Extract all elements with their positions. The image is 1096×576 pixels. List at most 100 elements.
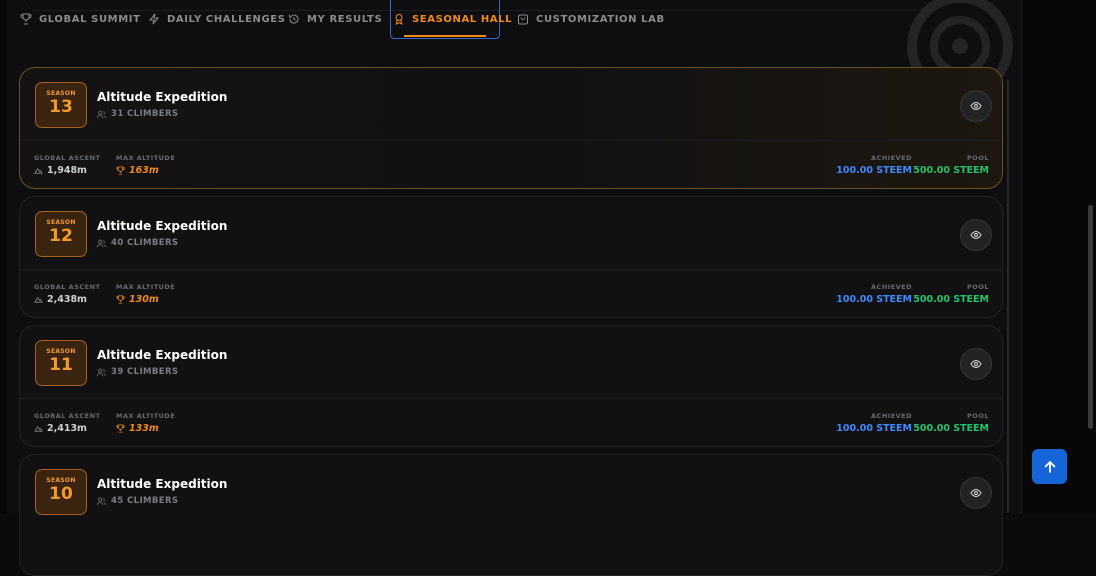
tab-customization-lab[interactable]: CUSTOMIZATION LAB: [517, 0, 665, 38]
view-season-button[interactable]: [960, 219, 992, 251]
max-altitude-value: 163m: [116, 165, 159, 176]
season-card[interactable]: SEASON 11 Altitude Expedition 39 CLIMBER…: [19, 325, 1003, 447]
mountain-icon: [34, 296, 43, 303]
users-icon: [97, 368, 106, 376]
achieved-label: ACHIEVED: [871, 283, 912, 291]
tab-label: DAILY CHALLENGES: [167, 13, 286, 25]
list-scrollbar[interactable]: [1007, 80, 1009, 513]
scroll-to-top-button[interactable]: [1032, 449, 1067, 484]
season-card[interactable]: SEASON 10 Altitude Expedition 45 CLIMBER…: [19, 454, 1003, 576]
bag-icon: [518, 14, 528, 25]
climbers-text: 40 CLIMBERS: [111, 238, 179, 248]
tab-bar: GLOBAL SUMMIT DAILY CHALLENGES MY RESULT…: [6, 0, 1021, 40]
season-number: 10: [49, 484, 73, 504]
season-badge: SEASON 10: [35, 469, 87, 515]
climbers-text: 31 CLIMBERS: [111, 109, 179, 119]
max-altitude-label: MAX ALTITUDE: [116, 412, 176, 420]
climbers-count: 40 CLIMBERS: [97, 238, 178, 248]
global-ascent-text: 2,413m: [47, 423, 87, 434]
global-ascent-text: 2,438m: [47, 294, 87, 305]
page-background-right: [1022, 0, 1096, 513]
season-number: 12: [49, 226, 73, 246]
max-altitude-text: 133m: [129, 423, 159, 434]
season-badge-label: SEASON: [46, 348, 76, 355]
tab-label: GLOBAL SUMMIT: [39, 13, 141, 25]
season-badge-label: SEASON: [46, 90, 76, 97]
view-season-button[interactable]: [960, 90, 992, 122]
pool-label: POOL: [967, 154, 989, 162]
page-scrollbar-thumb[interactable]: [1088, 205, 1093, 429]
achieved-label: ACHIEVED: [871, 154, 912, 162]
tab-seasonal-hall[interactable]: SEASONAL HALL: [393, 0, 512, 38]
max-altitude-label: MAX ALTITUDE: [116, 283, 176, 291]
season-badge-label: SEASON: [46, 219, 76, 226]
lightning-icon: [148, 13, 160, 25]
pool-label: POOL: [967, 283, 989, 291]
climbers-count: 39 CLIMBERS: [97, 367, 178, 377]
global-ascent-value: 2,413m: [34, 423, 87, 434]
max-altitude-value: 130m: [116, 294, 159, 305]
pool-value: 500.00 STEEM: [913, 165, 989, 176]
mountain-icon: [34, 425, 43, 432]
season-badge: SEASON 12: [35, 211, 87, 257]
users-icon: [97, 497, 106, 505]
tab-label: MY RESULTS: [307, 13, 383, 25]
season-title: Altitude Expedition: [97, 90, 228, 104]
users-icon: [97, 110, 106, 118]
global-ascent-text: 1,948m: [47, 165, 87, 176]
view-season-button[interactable]: [960, 477, 992, 509]
global-ascent-label: GLOBAL ASCENT: [34, 154, 101, 162]
card-divider: [20, 398, 1002, 399]
tab-label: SEASONAL HALL: [412, 13, 513, 25]
tab-label: CUSTOMIZATION LAB: [536, 13, 665, 25]
eye-icon: [970, 488, 982, 498]
season-badge: SEASON 13: [35, 82, 87, 128]
arrow-up-icon: [1044, 460, 1055, 473]
max-altitude-text: 163m: [129, 165, 159, 176]
tab-global-summit[interactable]: GLOBAL SUMMIT: [20, 0, 141, 38]
trophy-icon: [20, 13, 32, 25]
achieved-label: ACHIEVED: [871, 412, 912, 420]
season-badge-label: SEASON: [46, 477, 76, 484]
climbers-text: 45 CLIMBERS: [111, 496, 179, 506]
climbers-count: 45 CLIMBERS: [97, 496, 178, 506]
card-divider: [20, 269, 1002, 270]
season-card[interactable]: SEASON 12 Altitude Expedition 40 CLIMBER…: [19, 196, 1003, 318]
view-season-button[interactable]: [960, 348, 992, 380]
main-panel: GLOBAL SUMMIT DAILY CHALLENGES MY RESULT…: [6, 0, 1022, 576]
eye-icon: [970, 359, 982, 369]
max-altitude-label: MAX ALTITUDE: [116, 154, 176, 162]
eye-icon: [970, 230, 982, 240]
season-title: Altitude Expedition: [97, 348, 228, 362]
season-title: Altitude Expedition: [97, 219, 228, 233]
global-ascent-value: 2,438m: [34, 294, 87, 305]
tab-daily-challenges[interactable]: DAILY CHALLENGES: [148, 0, 286, 38]
max-altitude-text: 130m: [129, 294, 159, 305]
trophy-icon: [116, 295, 125, 304]
history-icon: [289, 14, 299, 24]
trophy-icon: [116, 166, 125, 175]
pool-label: POOL: [967, 412, 989, 420]
trophy-icon: [116, 424, 125, 433]
achieved-value: 100.00 STEEM: [836, 294, 912, 305]
tab-my-results[interactable]: MY RESULTS: [288, 0, 382, 38]
achieved-value: 100.00 STEEM: [836, 165, 912, 176]
medal-icon: [395, 14, 403, 25]
pool-value: 500.00 STEEM: [913, 294, 989, 305]
season-card[interactable]: SEASON 13 Altitude Expedition 31 CLIMBER…: [19, 67, 1003, 189]
season-title: Altitude Expedition: [97, 477, 228, 491]
climbers-count: 31 CLIMBERS: [97, 109, 178, 119]
achieved-value: 100.00 STEEM: [836, 423, 912, 434]
season-number: 13: [49, 97, 73, 117]
season-number: 11: [49, 355, 73, 375]
global-ascent-value: 1,948m: [34, 165, 87, 176]
climbers-text: 39 CLIMBERS: [111, 367, 179, 377]
max-altitude-value: 133m: [116, 423, 159, 434]
season-badge: SEASON 11: [35, 340, 87, 386]
global-ascent-label: GLOBAL ASCENT: [34, 412, 101, 420]
pool-value: 500.00 STEEM: [913, 423, 989, 434]
card-divider: [20, 140, 1002, 141]
eye-icon: [970, 101, 982, 111]
mountain-icon: [34, 167, 43, 174]
global-ascent-label: GLOBAL ASCENT: [34, 283, 101, 291]
